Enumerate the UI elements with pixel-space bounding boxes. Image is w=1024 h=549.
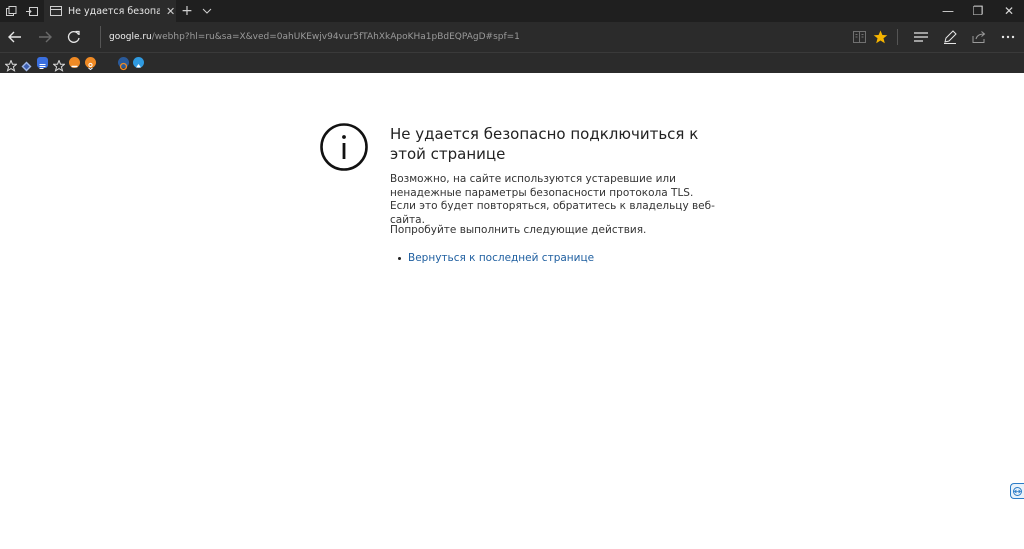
- set-aside-tabs-icon[interactable]: [24, 0, 40, 22]
- toolbar-divider: [897, 29, 898, 45]
- star-icon[interactable]: [4, 57, 18, 72]
- share-icon[interactable]: [969, 22, 989, 52]
- new-tab-button[interactable]: +: [180, 0, 194, 22]
- forward-button[interactable]: [34, 22, 56, 52]
- url-path: /webhp?hl=ru&sa=X&ved=0ahUKEwjv94vur5fTA…: [151, 32, 520, 42]
- error-suggestion-text: Попробуйте выполнить следующие действия.: [390, 224, 647, 236]
- web-note-icon[interactable]: [940, 22, 960, 52]
- dots-icon[interactable]: [101, 61, 112, 75]
- reading-view-icon[interactable]: [850, 22, 868, 52]
- diamond-icon[interactable]: [21, 57, 32, 72]
- bullet: [398, 256, 401, 260]
- orange-circle-icon[interactable]: [69, 57, 80, 68]
- url-host: google.ru: [109, 32, 152, 42]
- blue-circle-icon[interactable]: [133, 57, 144, 68]
- teamviewer-icon[interactable]: [1010, 483, 1024, 499]
- favorites-bar: [0, 52, 1024, 75]
- document-icon[interactable]: [37, 57, 48, 69]
- info-icon: [320, 123, 368, 171]
- more-icon[interactable]: [997, 22, 1019, 52]
- page-icon: [50, 6, 62, 16]
- navigation-bar: google.ru/webhp?hl=ru&sa=X&ved=0ahUKEwjv…: [0, 22, 1024, 52]
- tab-active[interactable]: Не удается безопасно п ✕: [44, 0, 176, 22]
- circle-icon[interactable]: [118, 57, 129, 71]
- close-window-button[interactable]: ✕: [994, 0, 1024, 22]
- odnoklassniki-icon[interactable]: [85, 57, 96, 71]
- tab-title: Не удается безопасно п: [68, 5, 160, 17]
- star-outline-icon[interactable]: [52, 57, 66, 72]
- restore-button[interactable]: ❐: [963, 0, 993, 22]
- chevron-down-icon[interactable]: [200, 0, 214, 22]
- error-title: Не удается безопасно подключиться к этой…: [390, 125, 699, 163]
- minimize-button[interactable]: —: [933, 0, 963, 22]
- refresh-button[interactable]: [63, 22, 85, 52]
- tab-manage-icon[interactable]: [3, 0, 19, 22]
- error-description: Возможно, на сайте используются устаревш…: [390, 173, 715, 226]
- title-bar: Не удается безопасно п ✕ + — ❐ ✕: [0, 0, 1024, 22]
- close-icon[interactable]: ✕: [166, 5, 175, 18]
- suggestion-list: Вернуться к последней странице: [398, 252, 594, 264]
- address-bar[interactable]: google.ru/webhp?hl=ru&sa=X&ved=0ahUKEwjv…: [100, 26, 841, 48]
- back-button[interactable]: [4, 22, 26, 52]
- hub-icon[interactable]: [911, 22, 931, 52]
- go-back-link[interactable]: Вернуться к последней странице: [408, 252, 594, 264]
- favorite-star-icon[interactable]: [871, 22, 889, 52]
